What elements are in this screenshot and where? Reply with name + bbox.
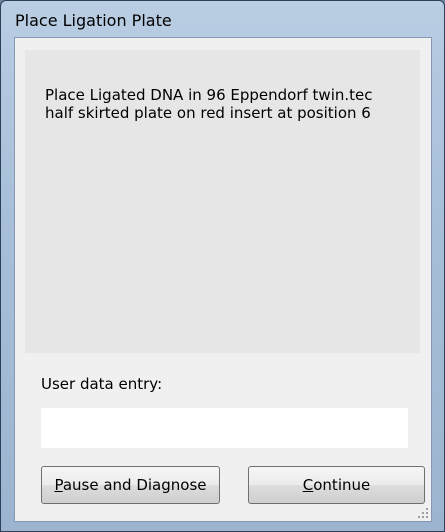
pause-and-diagnose-button[interactable]: Pause and Diagnose: [41, 466, 220, 504]
user-data-entry-label: User data entry:: [41, 375, 163, 393]
dialog-client-area: Place Ligated DNA in 96 Eppendorf twin.t…: [14, 37, 432, 522]
window-title: Place Ligation Plate: [15, 11, 172, 30]
instruction-message: Place Ligated DNA in 96 Eppendorf twin.t…: [45, 86, 373, 122]
title-bar[interactable]: Place Ligation Plate: [1, 1, 444, 35]
resize-grip-icon[interactable]: [417, 507, 429, 519]
continue-button[interactable]: Continue: [248, 466, 425, 504]
dialog-window: Place Ligation Plate Place Ligated DNA i…: [0, 0, 445, 532]
user-data-entry-field[interactable]: [41, 408, 408, 448]
